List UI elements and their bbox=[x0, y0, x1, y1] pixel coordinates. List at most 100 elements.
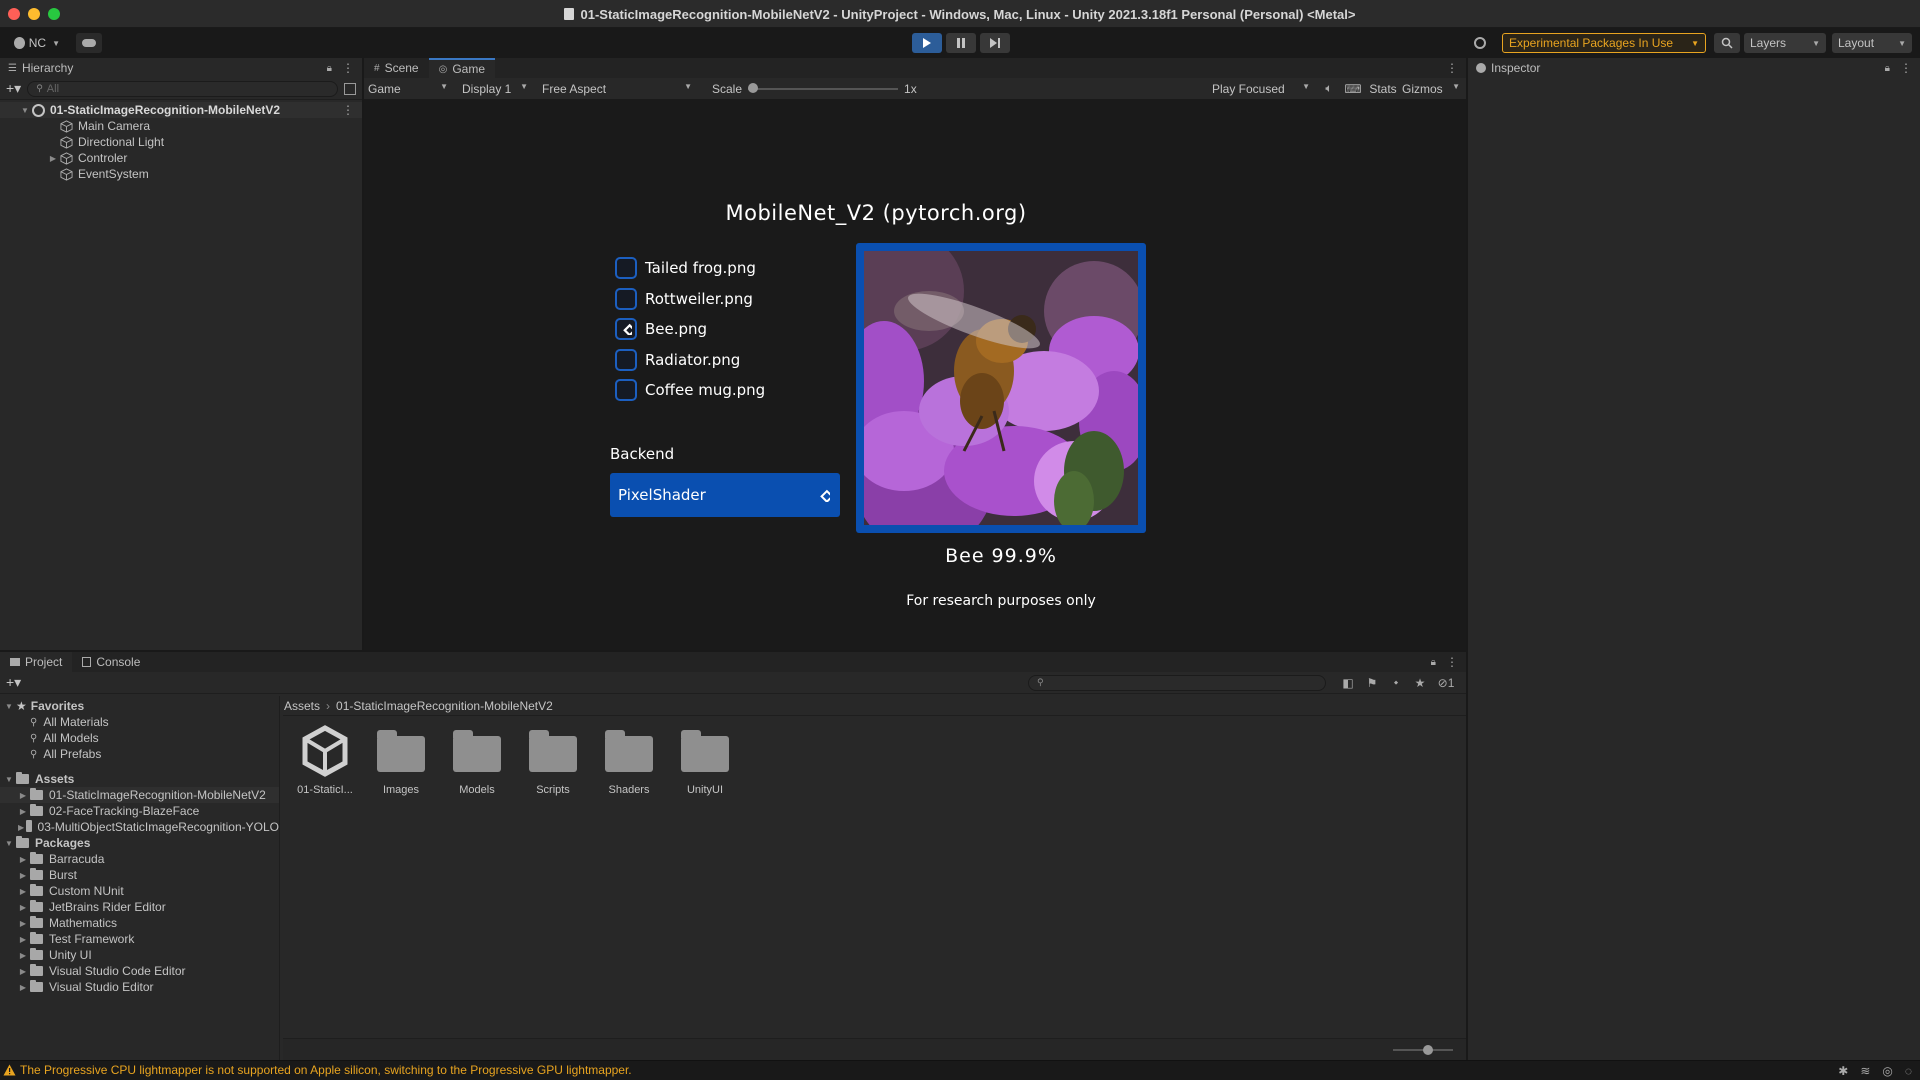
search-button[interactable] bbox=[1714, 33, 1740, 53]
expand-arrow-icon[interactable]: ▶ bbox=[18, 951, 28, 960]
asset-tile[interactable]: Models bbox=[442, 724, 512, 796]
hidden-packages-toggle[interactable]: ⊘1 bbox=[1432, 676, 1460, 690]
tab-project[interactable]: Project bbox=[0, 652, 73, 672]
status-message-area[interactable]: The Progressive CPU lightmapper is not s… bbox=[0, 1061, 1920, 1079]
favorites-item[interactable]: ⚲ All Prefabs bbox=[0, 746, 279, 762]
hierarchy-item-directional-light[interactable]: Directional Light bbox=[0, 134, 362, 150]
toggle-box[interactable] bbox=[615, 348, 637, 371]
expand-arrow-icon[interactable]: ▶ bbox=[18, 983, 28, 992]
image-toggle[interactable]: Rottweiler.png bbox=[615, 284, 765, 315]
speaker-icon[interactable]: 🔈︎ bbox=[1316, 81, 1342, 96]
backend-dropdown[interactable]: PixelShader bbox=[610, 473, 840, 517]
expand-arrow-icon[interactable]: ▶ bbox=[18, 919, 28, 928]
favorites-item[interactable]: ⚲ All Models bbox=[0, 730, 279, 746]
display-select[interactable]: Display 1 ▼ bbox=[454, 82, 534, 96]
packages-header[interactable]: ▼ Packages bbox=[0, 835, 279, 851]
tag-icon[interactable]: ⬩ bbox=[1384, 675, 1408, 690]
tab-game[interactable]: ◎ Game bbox=[428, 58, 496, 78]
tab-scene[interactable]: # Scene bbox=[364, 58, 429, 78]
expand-arrow-icon[interactable]: ▼ bbox=[20, 106, 30, 115]
keyboard-icon[interactable]: ⌨ bbox=[1342, 82, 1364, 96]
package-folder[interactable]: ▶ Visual Studio Code Editor bbox=[0, 963, 279, 979]
expand-arrow-icon[interactable]: ▶ bbox=[18, 935, 28, 944]
stats-button[interactable]: Stats bbox=[1364, 82, 1402, 96]
history-button[interactable] bbox=[1468, 33, 1492, 53]
hierarchy-item-main-camera[interactable]: Main Camera bbox=[0, 118, 362, 134]
expand-arrow-icon[interactable]: ▼ bbox=[4, 775, 14, 784]
expand-arrow-icon[interactable]: ▼ bbox=[4, 839, 14, 848]
assets-folder[interactable]: ▶ 02-FaceTracking-BlazeFace bbox=[0, 803, 279, 819]
hierarchy-search-field[interactable]: ⚲ All bbox=[27, 80, 338, 97]
asset-tile[interactable]: Scripts bbox=[518, 724, 588, 796]
image-toggle[interactable]: Bee.png bbox=[615, 314, 765, 345]
tab-hierarchy[interactable]: ☰ Hierarchy bbox=[0, 58, 84, 78]
stack-icon[interactable]: ≋ bbox=[1860, 1064, 1870, 1078]
asset-tile[interactable]: Images bbox=[366, 724, 436, 796]
filter-by-label-icon[interactable]: ⚑ bbox=[1360, 676, 1384, 690]
expand-arrow-icon[interactable]: ▶ bbox=[18, 807, 28, 816]
breadcrumb-current[interactable]: 01-StaticImageRecognition-MobileNetV2 bbox=[336, 699, 553, 713]
favorites-header[interactable]: ▼ ★ Favorites bbox=[0, 698, 279, 714]
more-icon[interactable]: ⋮ bbox=[1900, 61, 1912, 75]
pause-button[interactable] bbox=[946, 33, 976, 53]
expand-arrow-icon[interactable]: ▼ bbox=[4, 702, 14, 711]
layout-dropdown[interactable]: Layout ▼ bbox=[1832, 33, 1912, 53]
scale-slider-thumb[interactable] bbox=[748, 82, 759, 93]
expand-arrow-icon[interactable]: ▶ bbox=[18, 791, 28, 800]
expand-arrow-icon[interactable]: ▶ bbox=[18, 903, 28, 912]
expand-arrow-icon[interactable]: ▶ bbox=[18, 871, 28, 880]
play-button[interactable] bbox=[912, 33, 942, 53]
filter-icon[interactable] bbox=[344, 82, 356, 95]
experimental-packages-dropdown[interactable]: Experimental Packages In Use ▼ bbox=[1502, 33, 1706, 53]
tab-inspector[interactable]: Inspector bbox=[1468, 58, 1551, 78]
bug-icon[interactable]: ✱ bbox=[1838, 1064, 1848, 1078]
image-toggle[interactable]: Tailed frog.png bbox=[615, 253, 765, 284]
package-folder[interactable]: ▶ Burst bbox=[0, 867, 279, 883]
expand-arrow-icon[interactable]: ▶ bbox=[18, 887, 28, 896]
expand-arrow-icon[interactable]: ▶ bbox=[18, 823, 24, 832]
package-folder[interactable]: ▶ Mathematics bbox=[0, 915, 279, 931]
package-folder[interactable]: ▶ Barracuda bbox=[0, 851, 279, 867]
toggle-box[interactable] bbox=[615, 287, 637, 310]
toggle-box[interactable] bbox=[615, 379, 637, 402]
add-icon[interactable]: +▾ bbox=[6, 80, 21, 97]
layers-dropdown[interactable]: Layers ▼ bbox=[1744, 33, 1826, 53]
game-view-select[interactable]: Game ▼ bbox=[364, 82, 454, 96]
star-icon[interactable]: ★ bbox=[1408, 676, 1432, 690]
account-dropdown[interactable]: NC ▼ bbox=[8, 33, 66, 53]
more-icon[interactable]: ⋮ bbox=[1446, 61, 1458, 75]
package-folder[interactable]: ▶ Visual Studio Editor bbox=[0, 979, 279, 995]
asset-tile[interactable]: 01-StaticI... bbox=[290, 724, 360, 796]
hierarchy-item-eventsystem[interactable]: EventSystem bbox=[0, 166, 362, 182]
toggle-box[interactable] bbox=[615, 257, 637, 280]
more-icon[interactable]: ⋮ bbox=[342, 61, 354, 75]
cloud-button[interactable] bbox=[76, 33, 102, 53]
lightbulb-icon[interactable]: ◎ bbox=[1882, 1064, 1892, 1078]
aspect-select[interactable]: Free Aspect ▼ bbox=[534, 82, 698, 96]
more-icon[interactable]: ⋮ bbox=[342, 103, 354, 117]
expand-arrow-icon[interactable]: ▶ bbox=[18, 855, 28, 864]
gizmos-dropdown[interactable]: Gizmos ▼ bbox=[1402, 82, 1466, 96]
scale-slider[interactable] bbox=[748, 82, 899, 95]
lock-icon[interactable]: 🔒︎ bbox=[327, 63, 332, 74]
assets-header[interactable]: ▼ Assets bbox=[0, 771, 279, 787]
filter-by-type-icon[interactable]: ◧ bbox=[1336, 676, 1360, 690]
package-folder[interactable]: ▶ JetBrains Rider Editor bbox=[0, 899, 279, 915]
package-folder[interactable]: ▶ Custom NUnit bbox=[0, 883, 279, 899]
lock-icon[interactable]: 🔒︎ bbox=[1431, 657, 1436, 668]
asset-tile[interactable]: Shaders bbox=[594, 724, 664, 796]
project-search-field[interactable]: ⚲ bbox=[1028, 674, 1326, 691]
toggle-box[interactable] bbox=[615, 318, 637, 341]
favorites-item[interactable]: ⚲ All Materials bbox=[0, 714, 279, 730]
more-icon[interactable]: ⋮ bbox=[1446, 655, 1458, 669]
package-folder[interactable]: ▶ Unity UI bbox=[0, 947, 279, 963]
play-mode-select[interactable]: Play Focused ▼ bbox=[1212, 82, 1316, 96]
icon-size-slider-thumb[interactable] bbox=[1423, 1045, 1433, 1055]
add-icon[interactable]: +▾ bbox=[6, 674, 21, 691]
expand-arrow-icon[interactable]: ▶ bbox=[48, 154, 58, 163]
assets-folder[interactable]: ▶ 01-StaticImageRecognition-MobileNetV2 bbox=[0, 787, 279, 803]
package-folder[interactable]: ▶ Test Framework bbox=[0, 931, 279, 947]
tab-console[interactable]: Console bbox=[72, 652, 151, 672]
image-toggle[interactable]: Radiator.png bbox=[615, 345, 765, 376]
progress-icon[interactable]: ◌ bbox=[1905, 1064, 1912, 1078]
